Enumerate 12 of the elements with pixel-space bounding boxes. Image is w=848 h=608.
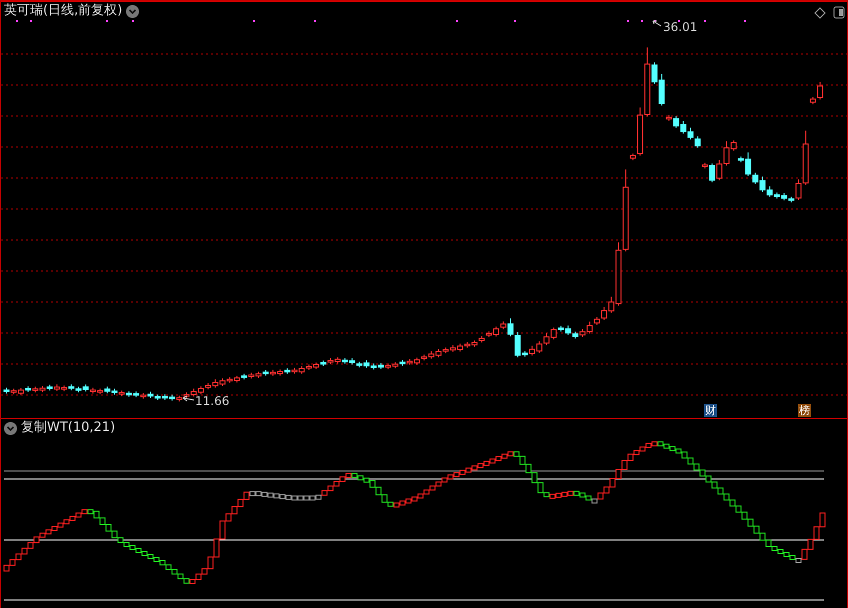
high-price-label: 36.01 <box>663 20 698 34</box>
badge-tag[interactable]: 财 <box>704 404 717 417</box>
badge-tag[interactable]: 榜 <box>798 404 811 417</box>
low-price-label: 11.66 <box>195 394 230 408</box>
panel-toggle-icon[interactable] <box>834 6 844 18</box>
diamond-icon[interactable] <box>814 7 826 19</box>
dropdown-icon[interactable] <box>126 4 140 18</box>
pointer-arrow-icon <box>652 20 662 26</box>
chart-title: 英可瑞(日线,前复权) <box>4 3 122 19</box>
indicator-title: 复制WT(10,21) <box>21 420 116 436</box>
pointer-arrow-icon <box>182 396 194 402</box>
dropdown-icon[interactable] <box>4 422 17 434</box>
